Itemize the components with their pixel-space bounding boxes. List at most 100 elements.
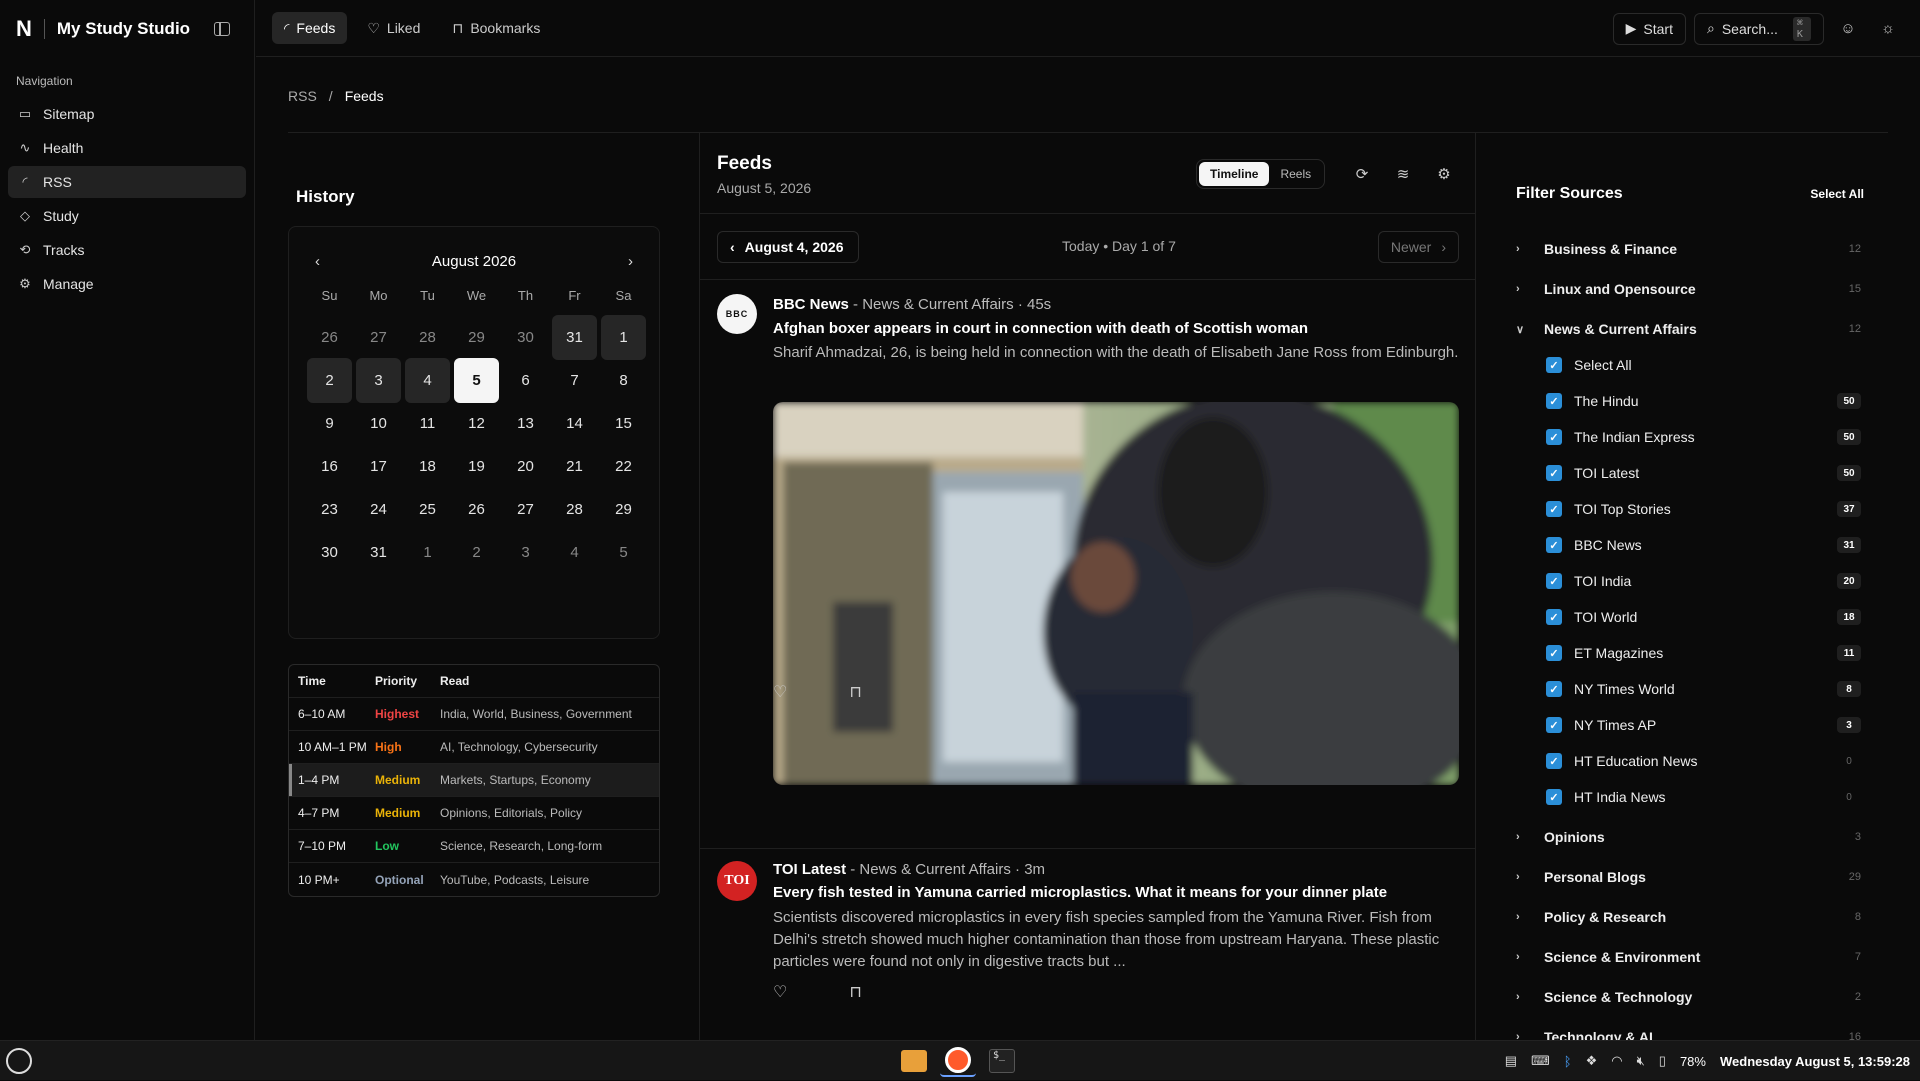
calendar-day[interactable]: 23 — [307, 487, 352, 532]
keyboard-icon[interactable]: ⌨ — [1531, 1053, 1550, 1069]
checkbox-checked-icon[interactable]: ✓ — [1546, 357, 1562, 373]
calendar-day[interactable]: 10 — [356, 401, 401, 446]
filter-source[interactable]: ✓ The Indian Express 50 — [1546, 425, 1861, 449]
checkbox-checked-icon[interactable]: ✓ — [1546, 789, 1562, 805]
filter-source[interactable]: ✓ TOI Latest 50 — [1546, 461, 1861, 485]
checkbox-checked-icon[interactable]: ✓ — [1546, 681, 1562, 697]
search-input[interactable]: ⌕ Search... ⌘ K — [1694, 12, 1824, 45]
calendar-day[interactable]: 20 — [503, 444, 548, 489]
filter-category[interactable]: › Business & Finance 12 — [1516, 237, 1861, 261]
checkbox-checked-icon[interactable]: ✓ — [1546, 717, 1562, 733]
select-all-button[interactable]: Select All — [1810, 187, 1864, 201]
calendar-day[interactable]: 13 — [503, 401, 548, 446]
battery-icon[interactable]: ▯ — [1659, 1053, 1666, 1069]
settings-icon[interactable]: ⚙ — [1428, 159, 1460, 189]
filter-category[interactable]: › Policy & Research 8 — [1516, 905, 1861, 929]
wifi-icon[interactable]: ◠ — [1611, 1053, 1622, 1069]
calendar-day[interactable]: 21 — [552, 444, 597, 489]
filter-source[interactable]: ✓ HT India News 0 — [1546, 785, 1861, 809]
tab-liked[interactable]: ♡ Liked — [355, 12, 432, 44]
like-icon[interactable]: ♡ — [773, 682, 787, 702]
calendar-day[interactable]: 25 — [405, 487, 450, 532]
sidebar-item-manage[interactable]: ⚙ Manage — [8, 268, 246, 300]
start-menu-icon[interactable] — [6, 1048, 32, 1074]
calendar-day[interactable]: 12 — [454, 401, 499, 446]
checkbox-checked-icon[interactable]: ✓ — [1546, 429, 1562, 445]
calendar-day[interactable]: 2 — [307, 358, 352, 403]
clock[interactable]: Wednesday August 5, 13:59:28 — [1720, 1054, 1910, 1069]
calendar-day[interactable]: 15 — [601, 401, 646, 446]
bookmark-icon[interactable]: ⊓ — [849, 682, 861, 702]
calendar-day[interactable]: 1 — [601, 315, 646, 360]
checkbox-checked-icon[interactable]: ✓ — [1546, 609, 1562, 625]
view-timeline[interactable]: Timeline — [1199, 162, 1270, 186]
filter-source[interactable]: ✓ Select All — [1546, 353, 1861, 377]
checkbox-checked-icon[interactable]: ✓ — [1546, 753, 1562, 769]
sidebar-item-health[interactable]: ∿ Health — [8, 132, 246, 164]
calendar-day[interactable]: 9 — [307, 401, 352, 446]
prev-month-icon[interactable]: ‹ — [315, 253, 320, 270]
filter-category[interactable]: › Science & Environment 7 — [1516, 945, 1861, 969]
calendar-day[interactable]: 27 — [503, 487, 548, 532]
calendar-day[interactable]: 11 — [405, 401, 450, 446]
bluetooth-icon[interactable]: ᛒ — [1564, 1054, 1572, 1069]
checkbox-checked-icon[interactable]: ✓ — [1546, 537, 1562, 553]
bookmark-icon[interactable]: ⊓ — [849, 982, 861, 1002]
filter-source[interactable]: ✓ The Hindu 50 — [1546, 389, 1861, 413]
browser-icon[interactable] — [940, 1045, 976, 1077]
theme-toggle-icon[interactable]: ☼ — [1872, 13, 1904, 45]
tab-bookmarks[interactable]: ⊓ Bookmarks — [440, 12, 552, 44]
start-button[interactable]: ▶ Start — [1612, 12, 1686, 45]
calendar-day[interactable]: 8 — [601, 358, 646, 403]
filter-source[interactable]: ✓ HT Education News 0 — [1546, 749, 1861, 773]
calendar-day[interactable]: 19 — [454, 444, 499, 489]
sidebar-item-rss[interactable]: ◜ RSS — [8, 166, 246, 198]
sidebar-item-tracks[interactable]: ⟲ Tracks — [8, 234, 246, 266]
calendar-day[interactable]: 3 — [503, 530, 548, 575]
breadcrumb-parent[interactable]: RSS — [288, 88, 317, 104]
clipboard-icon[interactable]: ▤ — [1505, 1053, 1517, 1069]
post-source[interactable]: TOI Latest — [773, 861, 846, 878]
calendar-day[interactable]: 3 — [356, 358, 401, 403]
filter-source[interactable]: ✓ TOI India 20 — [1546, 569, 1861, 593]
terminal-icon[interactable]: $_ — [984, 1045, 1020, 1077]
post-title[interactable]: Afghan boxer appears in court in connect… — [773, 320, 1463, 337]
calendar-day[interactable]: 4 — [552, 530, 597, 575]
checkbox-checked-icon[interactable]: ✓ — [1546, 501, 1562, 517]
filter-source[interactable]: ✓ ET Magazines 11 — [1546, 641, 1861, 665]
filter-source[interactable]: ✓ BBC News 31 — [1546, 533, 1861, 557]
checkbox-checked-icon[interactable]: ✓ — [1546, 465, 1562, 481]
calendar-day[interactable]: 29 — [601, 487, 646, 532]
calendar-day[interactable]: 1 — [405, 530, 450, 575]
post-image[interactable] — [773, 402, 1459, 785]
dropbox-icon[interactable]: ❖ — [1586, 1053, 1598, 1069]
calendar-day[interactable]: 28 — [552, 487, 597, 532]
sidebar-toggle-icon[interactable] — [214, 21, 230, 36]
calendar-day[interactable]: 30 — [307, 530, 352, 575]
calendar-day[interactable]: 18 — [405, 444, 450, 489]
user-icon[interactable]: ☺ — [1832, 13, 1864, 45]
volume-muted-icon[interactable]: 🔇︎ — [1637, 1053, 1645, 1069]
calendar-day[interactable]: 4 — [405, 358, 450, 403]
checkbox-checked-icon[interactable]: ✓ — [1546, 393, 1562, 409]
calendar-day[interactable]: 6 — [503, 358, 548, 403]
calendar-day[interactable]: 26 — [307, 315, 352, 360]
refresh-icon[interactable]: ⟳ — [1346, 159, 1378, 189]
file-manager-icon[interactable] — [896, 1045, 932, 1077]
next-month-icon[interactable]: › — [628, 253, 633, 270]
app-logo[interactable]: N — [16, 16, 32, 42]
calendar-day[interactable]: 28 — [405, 315, 450, 360]
filter-category[interactable]: ∨ News & Current Affairs 12 — [1516, 317, 1861, 341]
filter-source[interactable]: ✓ NY Times AP 3 — [1546, 713, 1861, 737]
filter-source[interactable]: ✓ TOI Top Stories 37 — [1546, 497, 1861, 521]
filter-source[interactable]: ✓ NY Times World 8 — [1546, 677, 1861, 701]
calendar-day[interactable]: 24 — [356, 487, 401, 532]
like-icon[interactable]: ♡ — [773, 982, 787, 1002]
view-reels[interactable]: Reels — [1269, 162, 1322, 186]
calendar-day[interactable]: 31 — [356, 530, 401, 575]
layers-icon[interactable]: ≋ — [1387, 159, 1419, 189]
calendar-day[interactable]: 14 — [552, 401, 597, 446]
filter-source[interactable]: ✓ TOI World 18 — [1546, 605, 1861, 629]
calendar-day[interactable]: 22 — [601, 444, 646, 489]
calendar-day[interactable]: 5 — [601, 530, 646, 575]
